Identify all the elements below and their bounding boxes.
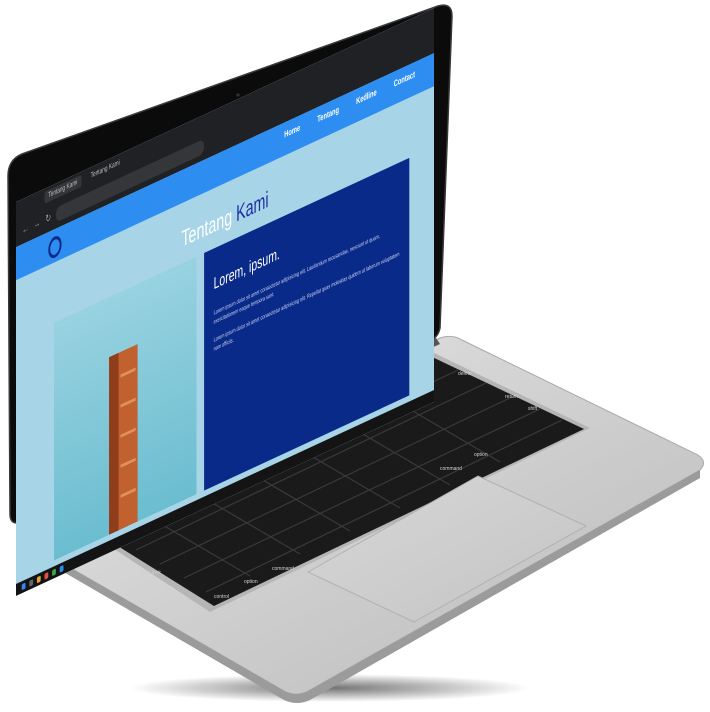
key-option-left: option <box>244 579 258 585</box>
key-control: control <box>214 594 229 600</box>
search-icon[interactable] <box>29 579 34 587</box>
app-icon[interactable] <box>59 564 64 573</box>
building-shadow <box>109 352 119 535</box>
key-option-right: option <box>474 452 488 458</box>
key-shift-left: shift <box>164 586 174 592</box>
key-caps-lock: caps lock <box>140 570 161 576</box>
key-command-left: command <box>272 566 294 572</box>
reload-icon[interactable]: ↻ <box>45 211 53 227</box>
app-icon[interactable] <box>44 571 49 580</box>
start-icon[interactable] <box>21 582 26 591</box>
section-title-accent: Kami <box>236 187 269 228</box>
nav-link-kedline[interactable]: Kedline <box>356 89 377 108</box>
key-return: return <box>505 394 518 400</box>
key-command-right: command <box>440 466 462 472</box>
laptop-mockup: esc tab caps lock shift control option c… <box>0 0 710 712</box>
app-icon[interactable] <box>36 575 41 584</box>
nav-link-contact[interactable]: Contact <box>394 71 415 90</box>
nav-link-tentang[interactable]: Tentang <box>317 106 339 125</box>
key-shift-right: shift <box>528 406 538 412</box>
back-icon[interactable]: ← <box>22 222 30 236</box>
site-logo-icon[interactable] <box>48 233 62 261</box>
key-delete: delete <box>458 371 472 377</box>
forward-icon[interactable]: → <box>33 217 41 231</box>
nav-link-home[interactable]: Home <box>284 124 300 140</box>
camera-dot <box>236 93 240 97</box>
app-icon[interactable] <box>52 568 56 577</box>
key-tab: tab <box>118 556 125 562</box>
